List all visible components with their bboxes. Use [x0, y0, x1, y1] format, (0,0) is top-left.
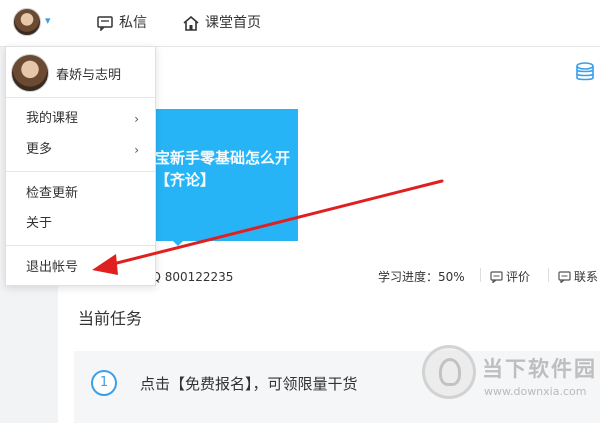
contact-label: 联系	[574, 270, 599, 284]
study-progress: 学习进度：50%	[378, 270, 465, 284]
menu-item-more[interactable]: 更多 ›	[6, 137, 155, 163]
divider	[6, 171, 155, 172]
home-icon	[183, 15, 199, 31]
menu-item-check-update[interactable]: 检查更新	[6, 181, 155, 207]
watermark-url: www.downxia.com	[484, 385, 587, 398]
menu-item-label: 更多	[26, 142, 53, 157]
chat-icon	[558, 270, 571, 283]
classroom-home-link[interactable]: 课堂首页	[183, 13, 261, 33]
card-pointer	[170, 238, 186, 246]
watermark: 当下软件园 www.downxia.com	[422, 345, 597, 415]
divider	[548, 268, 549, 282]
task-number: 1	[91, 370, 117, 396]
menu-item-label: 关于	[26, 216, 53, 231]
classroom-home-label: 课堂首页	[205, 15, 261, 31]
divider	[6, 97, 155, 98]
menu-item-label: 我的课程	[26, 111, 79, 126]
menu-item-label: 退出帐号	[26, 260, 79, 275]
contact-button[interactable]: 联系	[558, 268, 598, 285]
current-task-heading: 当前任务	[78, 309, 143, 328]
avatar	[11, 54, 49, 92]
watermark-logo-icon	[422, 345, 476, 399]
dropdown-user-header[interactable]: 春娇与志明	[6, 47, 155, 97]
message-icon	[97, 15, 113, 31]
coin-stack-icon[interactable]	[574, 61, 596, 83]
menu-item-label: 检查更新	[26, 186, 79, 201]
chevron-right-icon: ›	[134, 112, 139, 126]
messages-link[interactable]: 私信	[97, 13, 147, 33]
menu-item-my-courses[interactable]: 我的课程 ›	[6, 106, 155, 132]
divider	[6, 245, 155, 246]
rate-label: 评价	[506, 270, 531, 284]
chevron-right-icon: ›	[134, 143, 139, 157]
rate-button[interactable]: 评价	[490, 268, 530, 285]
chevron-down-icon[interactable]: ▾	[45, 14, 51, 27]
watermark-title: 当下软件园	[482, 357, 597, 381]
user-avatar[interactable]	[13, 8, 41, 36]
user-dropdown-menu: 春娇与志明 我的课程 › 更多 › 检查更新 关于 退出帐号	[5, 46, 156, 286]
username: 春娇与志明	[56, 68, 122, 83]
task-text: 点击【免费报名】，可领限量干货	[140, 375, 358, 393]
menu-item-logout[interactable]: 退出帐号	[6, 255, 155, 281]
top-bar: ▾ 私信 课堂首页	[0, 0, 600, 47]
comment-icon	[490, 270, 503, 283]
messages-label: 私信	[119, 15, 147, 31]
divider	[480, 268, 481, 282]
menu-item-about[interactable]: 关于	[6, 211, 155, 237]
